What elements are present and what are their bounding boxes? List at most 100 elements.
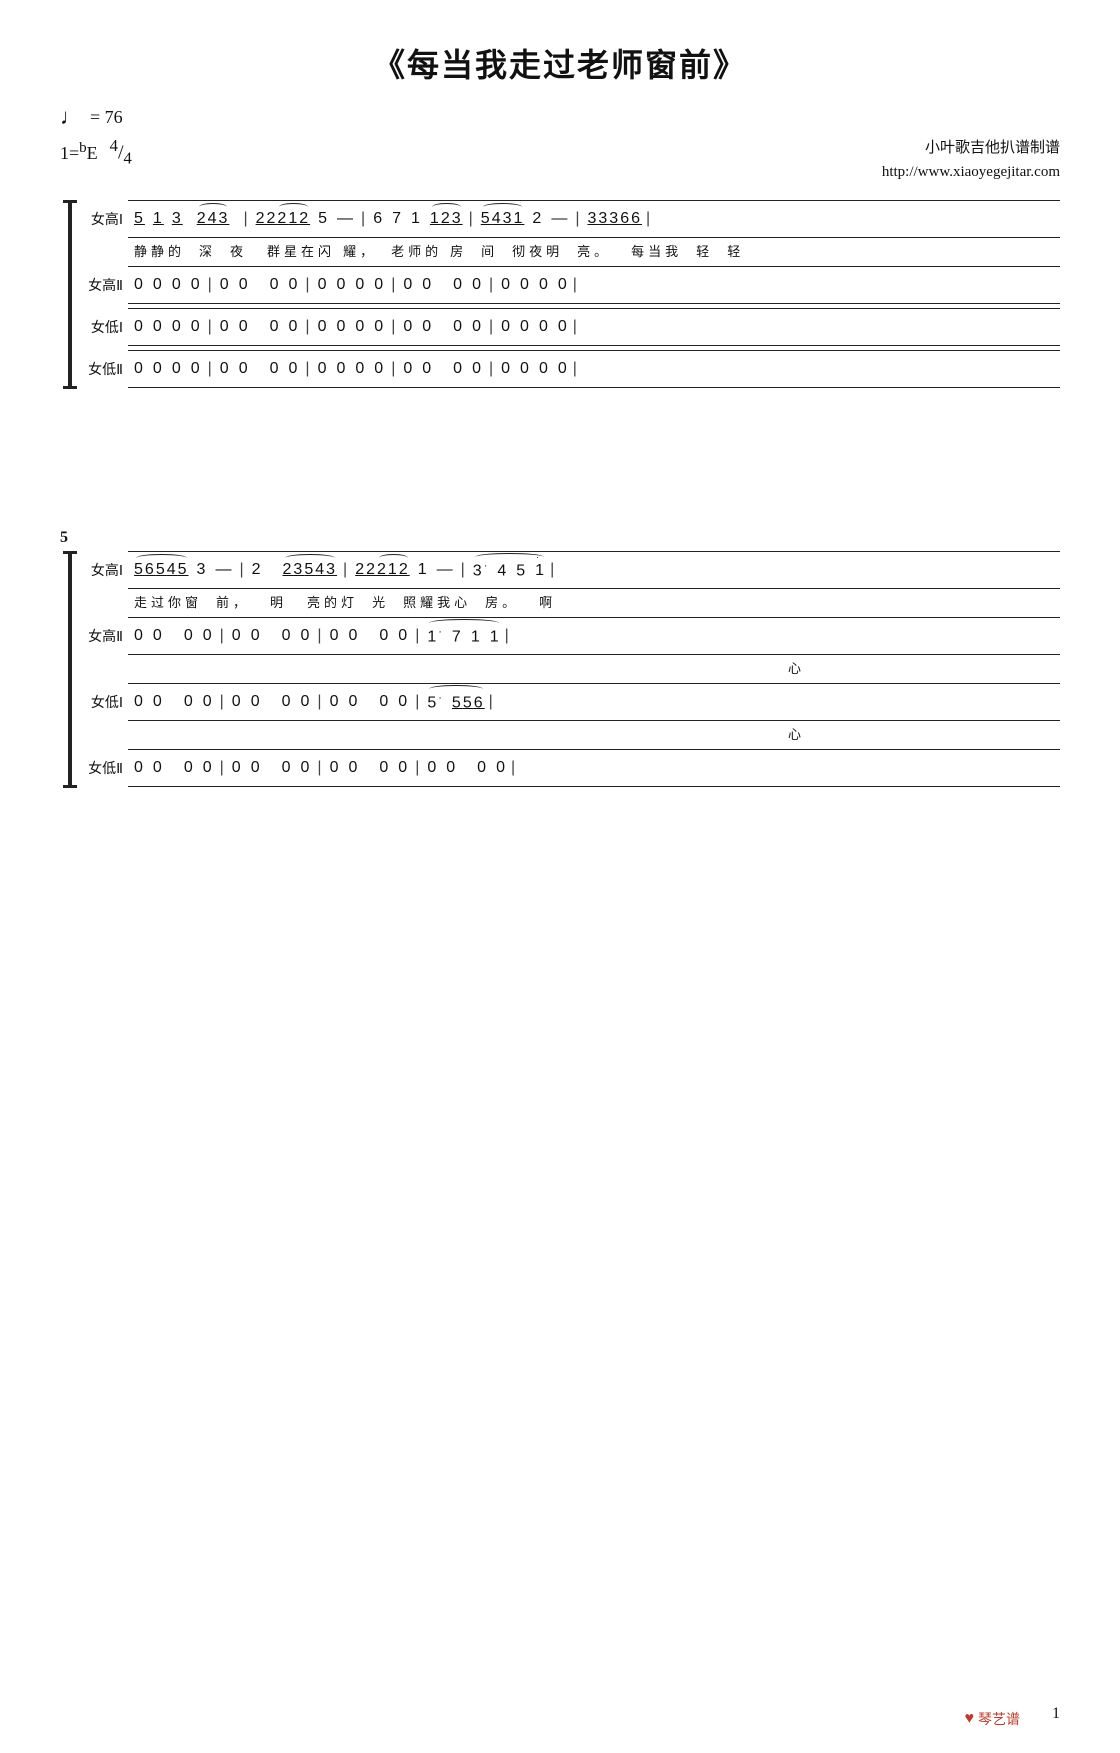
note-6u: 6 — [620, 210, 631, 228]
arc-556: 5·556 — [427, 692, 484, 712]
soprano1-lyrics-row: 静静的深夜群星在闪耀，老师的房间彻夜明亮。每当我轻轻 — [80, 239, 1060, 262]
barline-4: | — [575, 210, 581, 228]
time-sig: 4/4 — [110, 136, 132, 169]
tempo-line: ♩ = 76 — [60, 104, 1060, 130]
s2-soprano2-music-row: 女高Ⅱ 0000|0000|0000| 1·711 | — [80, 617, 1060, 655]
page-number: 1 — [1052, 1705, 1060, 1723]
voice-row-soprano2: 女高Ⅱ 0000|0000|0000|0000|0000| — [80, 266, 1060, 304]
bracket-bot-arm — [63, 386, 77, 389]
soprano1-label: 女高Ⅰ — [80, 209, 128, 229]
note-1u: 1 — [153, 210, 164, 228]
attribution-line1: 小叶歌吉他扒谱制谱 — [882, 136, 1060, 160]
alto2-music: 0000|0000|0000|0000|0000| — [128, 350, 1060, 388]
rows-col-1: 女高Ⅰ 5 1 3 243 | 2 2 212 — [80, 200, 1060, 389]
arc-123: 123 — [430, 210, 463, 228]
rest-dash4: — — [437, 561, 455, 579]
tempo-note-symbol: ♩ — [60, 104, 82, 130]
s2-soprano2-sub-lyrics: 心 — [128, 656, 811, 679]
barline-2: | — [361, 210, 367, 228]
rest-dash2: — — [551, 210, 569, 228]
key-time: 1=bE 4/4 — [60, 136, 132, 169]
soprano2-label: 女高Ⅱ — [80, 275, 128, 295]
soprano1-music: 5 1 3 243 | 2 2 212 5 — [128, 200, 1060, 238]
s2-voice-row-soprano1: 女高Ⅰ 56545 3 — | 2 23543 | — [80, 551, 1060, 613]
alto1-music: 0000|0000|0000|0000|0000| — [128, 308, 1060, 346]
key-label: 1=bE — [60, 140, 98, 164]
note-3u2: 3 — [587, 210, 598, 228]
s2-soprano1-lyrics-row: 走过你窗前，明亮的灯光照耀我心房。啊 — [80, 590, 1060, 613]
bracket-bot-arm-2 — [63, 785, 77, 788]
section-5-label: 5 — [60, 529, 1060, 547]
score-section-2: 5 女高Ⅰ 56545 3 — | — [60, 529, 1060, 788]
arc-long: 3·451· — [473, 560, 546, 580]
section-group-2: 女高Ⅰ 56545 3 — | 2 23543 | — [60, 551, 1060, 788]
rest-dash1: — — [337, 210, 355, 228]
s2-soprano2-label: 女高Ⅱ — [80, 626, 128, 646]
arc-5431: 5431 — [481, 210, 525, 228]
arc-711: 1·711 — [427, 626, 500, 646]
note-2c: 2 — [252, 561, 263, 579]
note-2b: 2 — [532, 210, 543, 228]
alto1-label: 女低Ⅰ — [80, 317, 128, 337]
watermark-text: 琴艺谱 — [978, 1709, 1020, 1729]
key-time-attribution: 1=bE 4/4 小叶歌吉他扒谱制谱 http://www.xiaoyegeji… — [60, 136, 1060, 184]
s2-soprano1-lyrics: 走过你窗前，明亮的灯光照耀我心房。啊 — [128, 590, 562, 613]
barline-5: | — [646, 210, 652, 228]
arc-212b: 212 — [377, 561, 410, 579]
bracket-col-1 — [60, 200, 80, 389]
note-3u3: 3 — [598, 210, 609, 228]
note-2u: 2 — [256, 210, 267, 228]
barline-3: | — [469, 210, 475, 228]
note-2e: 2 — [366, 561, 377, 579]
note-2d: 2 — [355, 561, 366, 579]
voice-row-soprano1: 女高Ⅰ 5 1 3 243 | 2 2 212 — [80, 200, 1060, 262]
s2-soprano1-music-row: 女高Ⅰ 56545 3 — | 2 23543 | — [80, 551, 1060, 589]
section-group-1: 女高Ⅰ 5 1 3 243 | 2 2 212 — [60, 200, 1060, 389]
alto2-music-row: 女低Ⅱ 0000|0000|0000|0000|0000| — [80, 350, 1060, 388]
soprano1-music-row: 女高Ⅰ 5 1 3 243 | 2 2 212 — [80, 200, 1060, 238]
note-7: 7 — [392, 210, 403, 228]
attribution-line2: http://www.xiaoyegejitar.com — [882, 160, 1060, 184]
soprano2-music: 0000|0000|0000|0000|0000| — [128, 266, 1060, 304]
bracket-line-2 — [68, 554, 72, 785]
alto1-music-row: 女低Ⅰ 0000|0000|0000|0000|0000| — [80, 308, 1060, 346]
rows-col-2: 女高Ⅰ 56545 3 — | 2 23543 | — [80, 551, 1060, 788]
note-1b: 1 — [418, 561, 429, 579]
arc-56545: 56545 — [134, 561, 189, 579]
attribution: 小叶歌吉他扒谱制谱 http://www.xiaoyegejitar.com — [882, 136, 1060, 184]
note-5: 5 — [318, 210, 329, 228]
s2-soprano1-music: 56545 3 — | 2 23543 | 2 2 — [128, 551, 1060, 589]
s2-soprano2-music: 0000|0000|0000| 1·711 | — [128, 617, 1060, 655]
s2-voice-row-soprano2: 女高Ⅱ 0000|0000|0000| 1·711 | 心 — [80, 617, 1060, 679]
s2-alto2-label: 女低Ⅱ — [80, 758, 128, 778]
s2-soprano1-label: 女高Ⅰ — [80, 560, 128, 580]
s2-alto1-sub-lyrics: 心 — [128, 722, 811, 745]
bracket-col-2 — [60, 551, 80, 788]
tempo-value: = 76 — [90, 107, 123, 128]
alto2-label: 女低Ⅱ — [80, 359, 128, 379]
arc-212: 212 — [277, 210, 310, 228]
s2-alto1-label: 女低Ⅰ — [80, 692, 128, 712]
page-title: 《每当我走过老师窗前》 — [60, 40, 1060, 86]
s2-alto1-sub-row: 心 — [80, 722, 1060, 745]
note-2u2: 2 — [267, 210, 278, 228]
voice-row-alto2: 女低Ⅱ 0000|0000|0000|0000|0000| — [80, 350, 1060, 388]
voice-row-alto1: 女低Ⅰ 0000|0000|0000|0000|0000| — [80, 308, 1060, 346]
s2-alto1-music: 0000|0000|0000| 5·556 | — [128, 683, 1060, 721]
arc-23543: 23543 — [283, 561, 338, 579]
s2-alto2-music: 0000|0000|0000|0000| — [128, 749, 1060, 787]
note-1: 1 — [411, 210, 422, 228]
soprano2-music-row: 女高Ⅱ 0000|0000|0000|0000|0000| — [80, 266, 1060, 304]
note-3c: 3 — [197, 561, 208, 579]
s2-alto1-music-row: 女低Ⅰ 0000|0000|0000| 5·556 | — [80, 683, 1060, 721]
s2-alto2-music-row: 女低Ⅱ 0000|0000|0000|0000| — [80, 749, 1060, 787]
logo-watermark: ♥ 琴艺谱 — [965, 1709, 1021, 1729]
soprano1-lyrics: 静静的深夜群星在闪耀，老师的房间彻夜明亮。每当我轻轻 — [128, 239, 750, 262]
s2-voice-row-alto1: 女低Ⅰ 0000|0000|0000| 5·556 | 心 — [80, 683, 1060, 745]
barline-1: | — [243, 210, 249, 228]
score-section-1: 女高Ⅰ 5 1 3 243 | 2 2 212 — [60, 200, 1060, 389]
arc-243: 243 — [197, 210, 230, 228]
rest-dash3: — — [215, 561, 233, 579]
note-5u: 5 — [134, 210, 145, 228]
section-spacer — [60, 449, 1060, 529]
